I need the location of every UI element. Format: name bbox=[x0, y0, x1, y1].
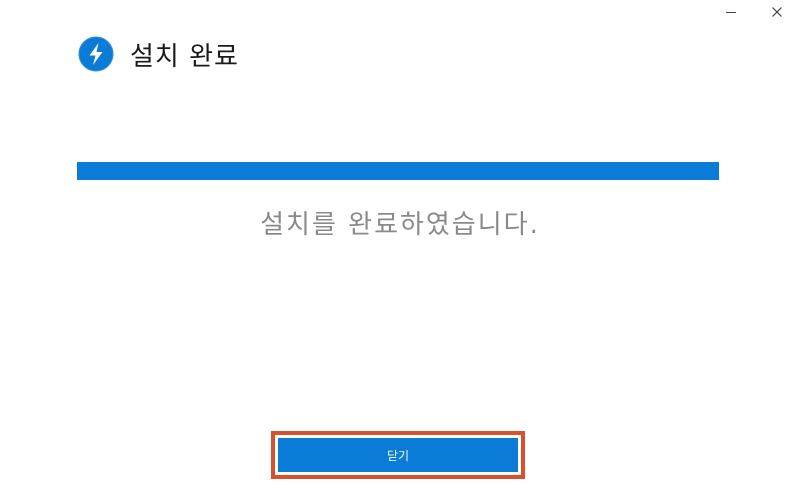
installer-window: 설치 완료 설치를 완료하였습니다. 닫기 bbox=[0, 0, 800, 500]
minimize-icon bbox=[726, 12, 736, 13]
progress-bar bbox=[77, 162, 719, 180]
lightning-bolt-icon bbox=[78, 36, 114, 72]
header: 설치 완료 bbox=[78, 36, 239, 72]
window-close-button[interactable] bbox=[754, 0, 800, 24]
close-button[interactable]: 닫기 bbox=[278, 438, 518, 472]
status-message: 설치를 완료하였습니다. bbox=[260, 210, 540, 240]
close-button-highlight: 닫기 bbox=[271, 431, 525, 479]
window-controls bbox=[708, 0, 800, 24]
page-title: 설치 완료 bbox=[130, 41, 239, 72]
minimize-button[interactable] bbox=[708, 0, 754, 24]
progress-fill bbox=[77, 162, 719, 180]
close-icon bbox=[772, 7, 782, 17]
